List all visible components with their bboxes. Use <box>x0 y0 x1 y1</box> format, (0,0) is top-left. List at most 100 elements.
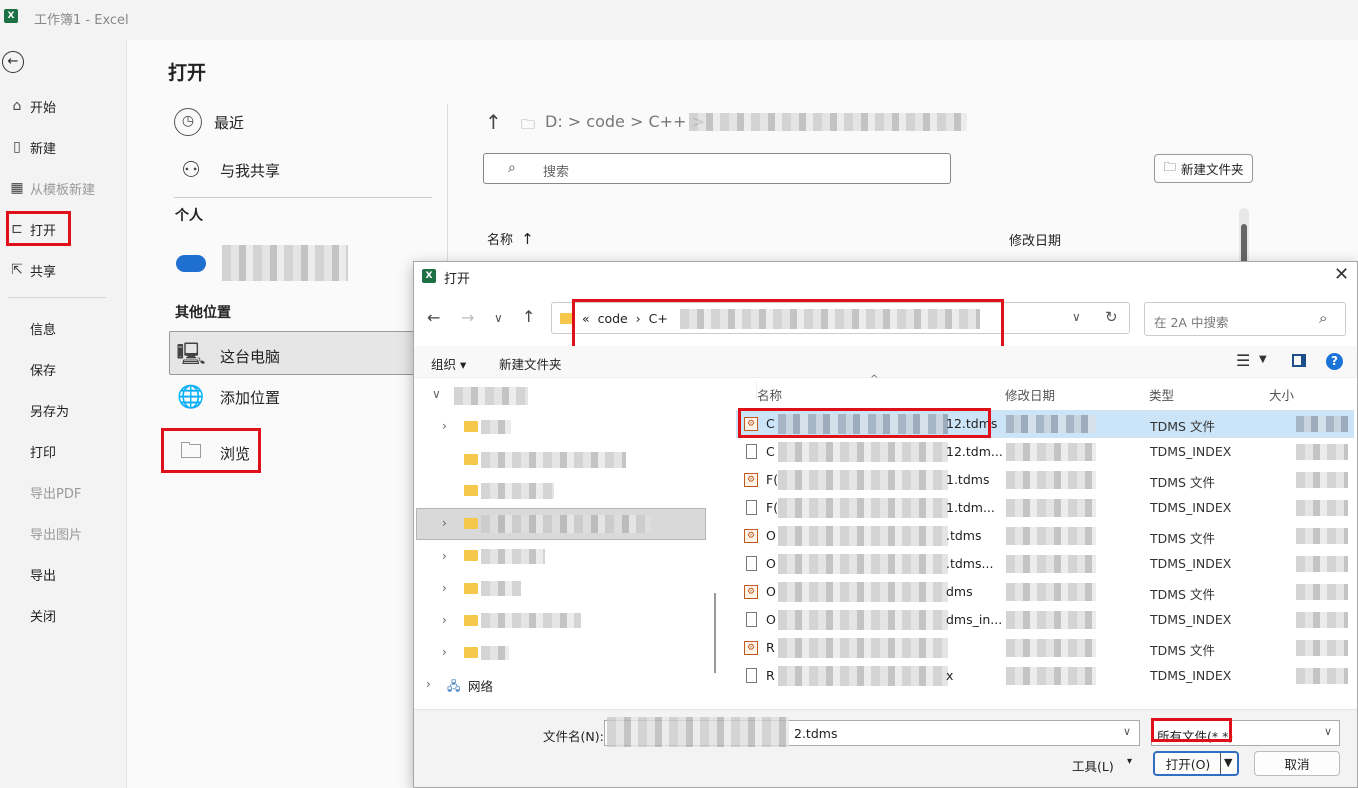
nav-home[interactable]: ⌂ 开始 <box>8 95 56 117</box>
tree-item-redacted[interactable] <box>481 515 651 533</box>
folder-icon <box>464 518 478 529</box>
chevron-down-icon[interactable]: ∨ <box>1123 725 1131 738</box>
chevron-right-icon[interactable]: › <box>442 581 447 595</box>
back-arrow-icon[interactable]: ← <box>2 51 24 73</box>
tree-item-redacted[interactable] <box>481 549 545 564</box>
nav-export-pdf[interactable]: 导出PDF <box>30 483 81 502</box>
file-type: TDMS 文件 <box>1150 419 1215 434</box>
file-row[interactable]: ⚙ O .tdms TDMS 文件 <box>736 522 1354 550</box>
file-date-redacted <box>1006 639 1096 657</box>
column-size[interactable]: 大小 <box>1269 385 1294 404</box>
nav-print[interactable]: 打印 <box>30 442 56 461</box>
preview-pane-icon[interactable] <box>1292 354 1306 367</box>
location-add[interactable]: 🌐 添加位置 <box>174 385 280 410</box>
window-title: 工作簿1 - Excel <box>34 13 129 28</box>
file-row[interactable]: C 12.tdm... TDMS_INDEX <box>736 438 1354 466</box>
tdms-file-icon: ⚙ <box>744 473 758 487</box>
nav-new[interactable]: ▯ 新建 <box>8 136 56 158</box>
chevron-right-icon[interactable]: › <box>442 419 447 433</box>
tree-network[interactable]: 网络 <box>468 676 493 695</box>
column-name[interactable]: 名称 <box>757 385 782 404</box>
chevron-right-icon[interactable]: › <box>442 645 447 659</box>
address-highlight <box>572 299 1004 351</box>
filename-input[interactable]: 2.tdms ∨ <box>604 717 1140 747</box>
tree-item-redacted[interactable] <box>481 420 511 434</box>
close-icon[interactable]: ✕ <box>1334 264 1349 285</box>
address-dropdown-icon[interactable]: ∨ <box>1072 310 1081 324</box>
tree-item-redacted[interactable] <box>454 387 528 405</box>
nav-save-as[interactable]: 另存为 <box>30 401 69 420</box>
tools-menu[interactable]: 工具(L) <box>1072 756 1114 775</box>
file-name-redacted <box>778 470 948 490</box>
help-icon[interactable]: ? <box>1326 353 1343 370</box>
tools-dropdown-icon[interactable]: ▾ <box>1127 756 1132 767</box>
nav-export[interactable]: 导出 <box>30 565 56 584</box>
scrollbar-thumb[interactable] <box>1241 224 1247 264</box>
file-date-redacted <box>1006 415 1096 433</box>
file-row[interactable]: ⚙ Odms TDMS 文件 <box>736 578 1354 606</box>
chevron-right-icon[interactable]: › <box>442 613 447 627</box>
chevron-right-icon[interactable]: › <box>442 549 447 563</box>
file-row[interactable]: O .tdms... TDMS_INDEX <box>736 550 1354 578</box>
breadcrumb-path[interactable]: D: > code > C++ > <box>545 112 705 131</box>
view-dropdown-icon[interactable]: ▼ <box>1259 354 1267 365</box>
organize-menu[interactable]: 组织 ▾ <box>431 354 466 373</box>
dialog-new-folder-button[interactable]: 新建文件夹 <box>499 354 562 373</box>
tree-item-redacted[interactable] <box>481 483 554 499</box>
onedrive-account-redacted[interactable] <box>222 245 348 281</box>
file-row[interactable]: Rx TDMS_INDEX <box>736 662 1354 690</box>
chevron-right-icon[interactable]: › <box>442 516 447 530</box>
nav-share[interactable]: ⇱ 共享 <box>8 259 56 281</box>
search-box[interactable]: ⌕ 搜索 <box>483 153 951 184</box>
file-date-redacted <box>1006 471 1096 489</box>
tree-item-redacted[interactable] <box>481 613 581 628</box>
chevron-down-icon[interactable]: ∨ <box>432 387 441 401</box>
column-modified[interactable]: 修改日期 <box>1005 385 1055 404</box>
cancel-button[interactable]: 取消 <box>1254 751 1340 776</box>
column-type[interactable]: 类型 <box>1149 385 1174 404</box>
tree-item-redacted[interactable] <box>481 452 626 468</box>
nav-info[interactable]: 信息 <box>30 319 56 338</box>
tree-scrollbar[interactable] <box>714 593 716 673</box>
scrollbar[interactable] <box>1239 208 1249 268</box>
file-list: ⚙ C 12.tdms TDMS 文件 C 12.tdm... TDMS_INDEX ⚙ F(1… <box>736 410 1354 700</box>
column-name[interactable]: 名称 ↑ <box>487 229 534 248</box>
nav-save[interactable]: 保存 <box>30 360 56 379</box>
forward-icon[interactable]: → <box>461 308 474 327</box>
file-type: TDMS 文件 <box>1150 587 1215 602</box>
nav-from-template-label: 从模板新建 <box>30 182 96 198</box>
file-row[interactable]: ⚙ F(1.tdms TDMS 文件 <box>736 466 1354 494</box>
up-arrow-icon[interactable]: ↑ <box>485 110 502 134</box>
location-this-pc-row[interactable]: 🖳 这台电脑 <box>174 337 280 375</box>
view-options-icon[interactable]: ☰ <box>1236 351 1250 370</box>
tree-item-redacted[interactable] <box>481 581 521 596</box>
tree-item-redacted[interactable] <box>481 646 509 660</box>
excel-logo-icon: X <box>4 9 18 23</box>
refresh-icon[interactable]: ↻ <box>1105 308 1118 326</box>
chevron-down-icon[interactable]: ∨ <box>1324 725 1332 738</box>
nav-from-template[interactable]: ▦ 从模板新建 <box>8 177 95 199</box>
file-type: TDMS_INDEX <box>1150 500 1232 515</box>
filename-label: 文件名(N): <box>543 729 604 744</box>
back-icon[interactable]: ← <box>427 308 440 327</box>
file-size-redacted <box>1296 640 1348 656</box>
open-dropdown-icon[interactable]: ▼ <box>1224 756 1232 769</box>
filename-redacted <box>607 717 789 747</box>
personal-header: 个人 <box>175 208 203 224</box>
up-icon[interactable]: ↑ <box>522 307 535 326</box>
new-folder-button[interactable]: 🗀 新建文件夹 <box>1154 154 1253 183</box>
nav-close[interactable]: 关闭 <box>30 606 56 625</box>
nav-export-image[interactable]: 导出图片 <box>30 524 82 543</box>
file-size-redacted <box>1296 528 1348 544</box>
recent-dropdown-icon[interactable]: ∨ <box>494 311 503 325</box>
file-row[interactable]: F(1.tdm... TDMS_INDEX <box>736 494 1354 522</box>
file-row[interactable]: Odms_in... TDMS_INDEX <box>736 606 1354 634</box>
location-recent[interactable]: ◷ 最近 <box>174 108 244 136</box>
file-row[interactable]: ⚙ R TDMS 文件 <box>736 634 1354 662</box>
column-modified[interactable]: 修改日期 <box>1009 230 1061 249</box>
tdms-file-icon: ⚙ <box>744 585 758 599</box>
dialog-search-box[interactable]: 在 2A 中搜索 ⌕ <box>1144 302 1346 336</box>
search-icon: ⌕ <box>1319 309 1328 327</box>
location-shared[interactable]: ⚇ 与我共享 <box>174 158 280 183</box>
chevron-right-icon[interactable]: › <box>426 677 431 691</box>
